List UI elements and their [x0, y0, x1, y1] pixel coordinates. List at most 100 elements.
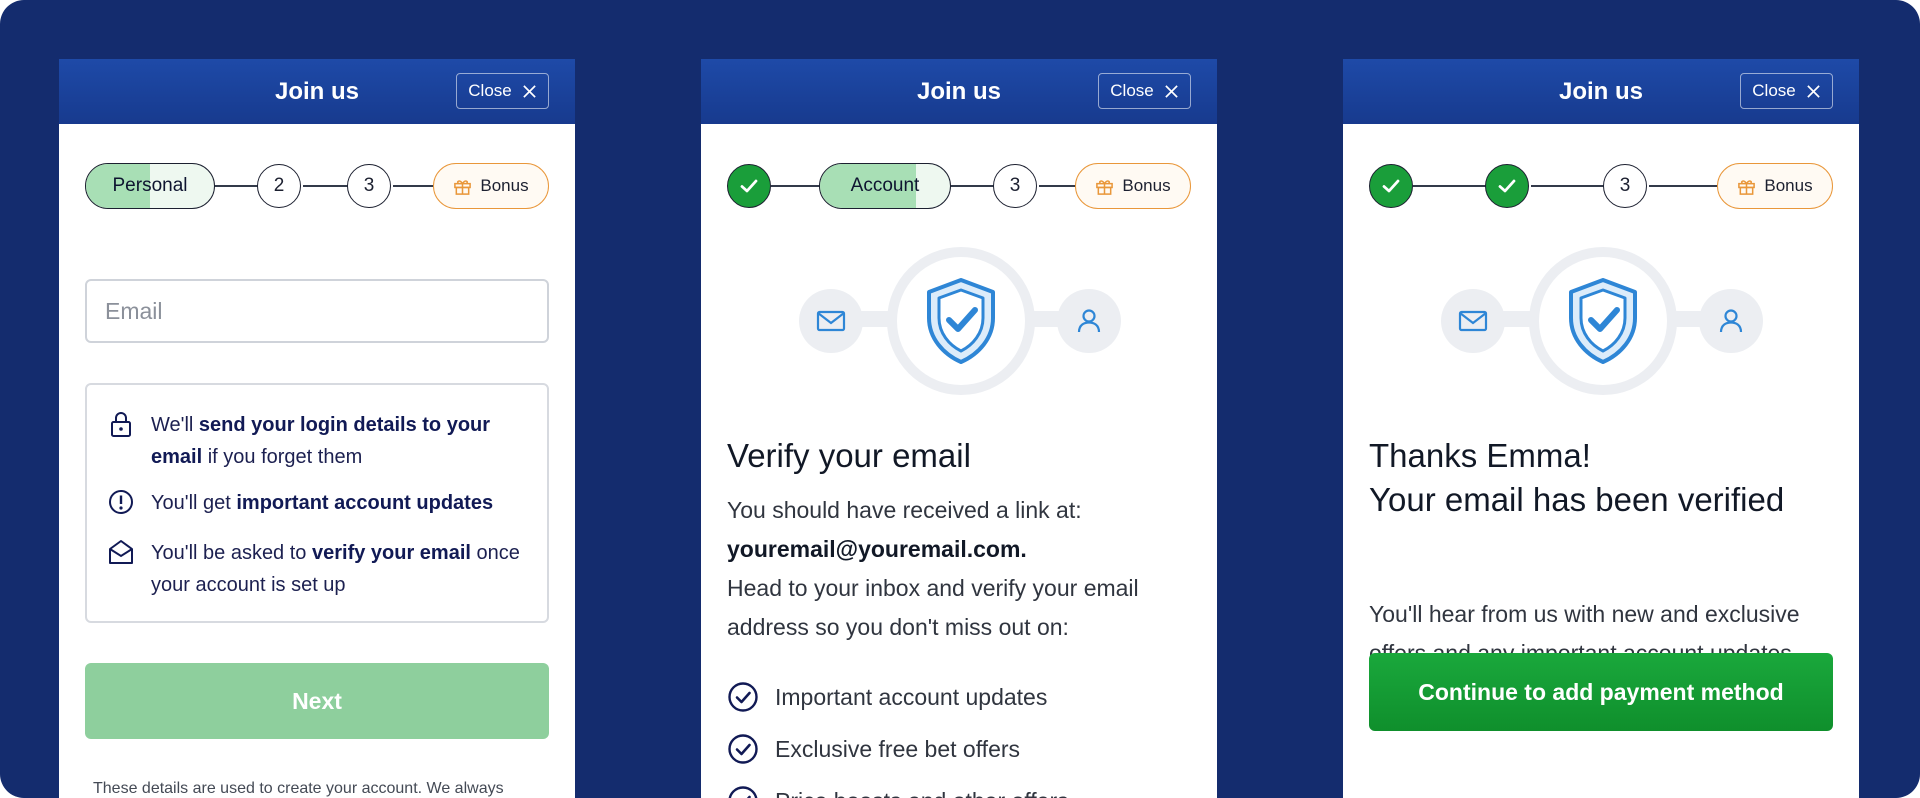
info-text-bold: important account updates — [236, 492, 494, 514]
step-2: 2 — [257, 164, 301, 208]
close-label: Close — [468, 81, 512, 100]
mail-icon — [816, 310, 846, 332]
email-input[interactable] — [85, 279, 549, 343]
close-button[interactable]: Close — [1740, 73, 1833, 109]
step-bonus: Bonus — [1717, 163, 1833, 209]
checkmark-icon — [1498, 179, 1516, 193]
page-background: Join us Close Personal 2 3 Bonus Email W… — [0, 0, 1920, 798]
mail-badge — [799, 289, 863, 353]
envelope-open-icon — [109, 540, 133, 564]
page-heading: Thanks Emma! Your email has been verifie… — [1369, 437, 1784, 519]
info-box: We'll send your login details to your em… — [85, 383, 549, 623]
list-item-label: Price boosts and other offers — [775, 788, 1069, 798]
gift-icon — [454, 179, 472, 195]
step-account-active: Account — [819, 163, 951, 209]
close-label: Close — [1110, 81, 1154, 100]
panel-title: Join us — [1558, 77, 1643, 105]
stepper-connector — [1649, 185, 1721, 187]
progress-stepper: Account 3 Bonus — [727, 163, 1191, 209]
info-text-pre: We'll — [151, 414, 199, 436]
lock-icon — [111, 412, 131, 437]
user-badge — [1699, 289, 1763, 353]
bonus-label: Bonus — [1764, 176, 1813, 195]
close-label: Close — [1752, 81, 1796, 100]
close-icon — [1165, 84, 1178, 98]
close-button[interactable]: Close — [1098, 73, 1191, 109]
bonus-label: Bonus — [480, 176, 529, 195]
close-button[interactable]: Close — [456, 73, 549, 109]
step-2-complete — [1485, 164, 1529, 208]
mail-icon — [1458, 310, 1488, 332]
info-item-login-details: We'll send your login details to your em… — [107, 409, 527, 473]
info-item-verify-email: You'll be asked to verify your email onc… — [107, 537, 527, 601]
info-text-post: if you forget them — [202, 446, 363, 468]
checkmark-icon — [1382, 179, 1400, 193]
stepper-connector — [949, 185, 995, 187]
user-icon — [1077, 309, 1101, 333]
gift-icon — [1096, 179, 1114, 195]
verify-line-2: Head to your inbox and verify your email… — [727, 575, 1139, 640]
checkmark-icon — [740, 179, 758, 193]
shield-badge — [887, 247, 1035, 395]
page-heading: Verify your email — [727, 437, 971, 474]
user-icon — [1719, 309, 1743, 333]
step-1-complete — [727, 164, 771, 208]
footnote: These details are used to create your ac… — [93, 780, 504, 797]
next-button[interactable]: Next — [85, 663, 549, 739]
list-item: Price boosts and other offers — [727, 775, 1069, 798]
stepper-connector — [213, 185, 259, 187]
stepper-connector — [771, 185, 821, 187]
stepper-connector — [1531, 185, 1605, 187]
shield-badge-inner — [897, 257, 1025, 385]
benefits-list: Important account updates Exclusive free… — [727, 671, 1069, 798]
info-text-bold: verify your email — [311, 542, 471, 564]
close-icon — [523, 84, 536, 98]
verify-message: You should have received a link at: your… — [727, 491, 1197, 647]
shield-check-icon — [927, 278, 995, 364]
shield-badge — [1529, 247, 1677, 395]
stepper-connector — [1039, 185, 1079, 187]
step-3: 3 — [347, 164, 391, 208]
check-circle-icon — [728, 682, 758, 712]
bonus-label: Bonus — [1122, 176, 1171, 195]
panel-title: Join us — [274, 77, 359, 105]
progress-stepper: 3 Bonus — [1369, 163, 1833, 209]
heading-line-1: Thanks Emma! — [1369, 437, 1591, 474]
check-circle-icon — [728, 734, 758, 764]
step-label: Personal — [112, 175, 188, 196]
stepper-connector — [393, 185, 435, 187]
list-item-label: Exclusive free bet offers — [775, 735, 1021, 762]
panel-title: Join us — [916, 77, 1001, 105]
step-3: 3 — [1603, 164, 1647, 208]
join-panel-verified: Join us Close 3 Bonus Thanks Emma! Your … — [1343, 59, 1859, 798]
user-badge — [1057, 289, 1121, 353]
stepper-connector — [1413, 185, 1487, 187]
gift-icon — [1738, 179, 1756, 195]
info-text-pre: You'll get — [151, 492, 237, 514]
mail-badge — [1441, 289, 1505, 353]
list-item: Exclusive free bet offers — [727, 723, 1069, 775]
panel-header: Join us Close — [59, 59, 575, 124]
progress-stepper: Personal 2 3 Bonus — [85, 163, 549, 209]
heading-line-2: Your email has been verified — [1369, 481, 1785, 518]
step-3: 3 — [993, 164, 1037, 208]
stepper-connector — [303, 185, 349, 187]
list-item: Important account updates — [727, 671, 1069, 723]
verification-illustration — [1441, 247, 1763, 395]
verify-line-1: You should have received a link at: — [727, 497, 1082, 523]
panel-header: Join us Close — [701, 59, 1217, 124]
step-1-complete — [1369, 164, 1413, 208]
info-item-account-updates: You'll get important account updates — [107, 487, 527, 519]
info-text-pre: You'll be asked to — [151, 542, 312, 564]
continue-to-payment-button[interactable]: Continue to add payment method — [1369, 653, 1833, 731]
alert-circle-icon — [109, 490, 133, 514]
step-label: Account — [850, 175, 920, 196]
email-address: youremail@youremail.com. — [727, 536, 1027, 562]
shield-check-icon — [1569, 278, 1637, 364]
panel-header: Join us Close — [1343, 59, 1859, 124]
join-panel-personal: Join us Close Personal 2 3 Bonus Email W… — [59, 59, 575, 798]
verification-illustration — [799, 247, 1121, 395]
list-item-label: Important account updates — [775, 683, 1048, 710]
close-icon — [1807, 84, 1820, 98]
check-circle-icon — [728, 786, 758, 798]
